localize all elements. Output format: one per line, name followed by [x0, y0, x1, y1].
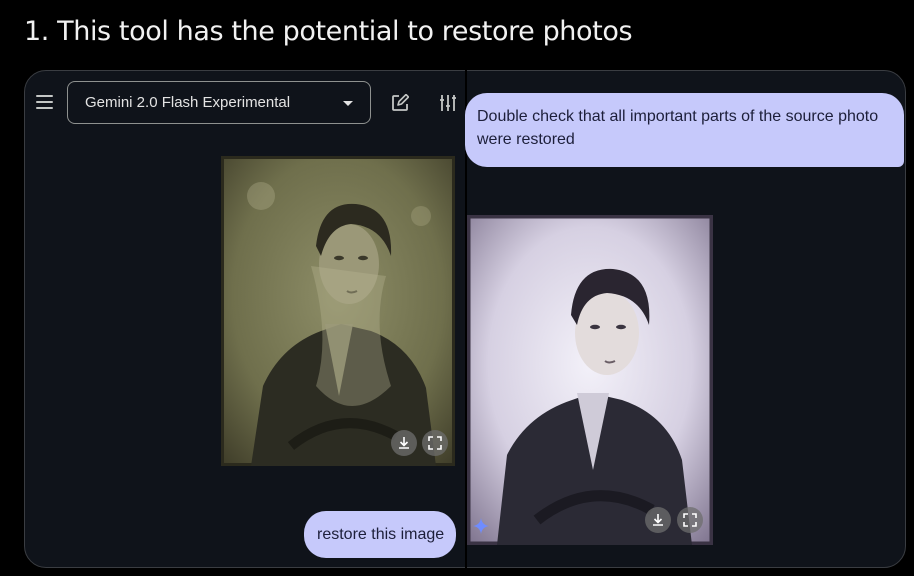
edit-icon[interactable] [391, 94, 409, 112]
download-icon [399, 437, 409, 449]
prompt-message-bubble: Double check that all important parts of… [465, 93, 904, 167]
model-selector[interactable]: Gemini 2.0 Flash Experimental [67, 81, 371, 124]
page-heading: 1. This tool has the potential to restor… [24, 16, 633, 47]
restored-photo[interactable] [467, 215, 713, 545]
tune-icon[interactable] [439, 94, 457, 112]
gemini-sparkle-icon [473, 518, 489, 534]
fullscreen-icon [683, 513, 697, 527]
menu-icon[interactable] [36, 95, 53, 109]
download-button[interactable] [645, 507, 671, 533]
model-name: Gemini 2.0 Flash Experimental [85, 94, 291, 111]
fullscreen-icon [428, 436, 442, 450]
dropdown-caret-icon [343, 101, 353, 106]
fullscreen-button[interactable] [422, 430, 448, 456]
user-message-bubble: restore this image [304, 511, 456, 558]
download-button[interactable] [391, 430, 417, 456]
download-icon [653, 514, 663, 526]
fullscreen-button[interactable] [677, 507, 703, 533]
original-photo[interactable] [221, 156, 455, 466]
